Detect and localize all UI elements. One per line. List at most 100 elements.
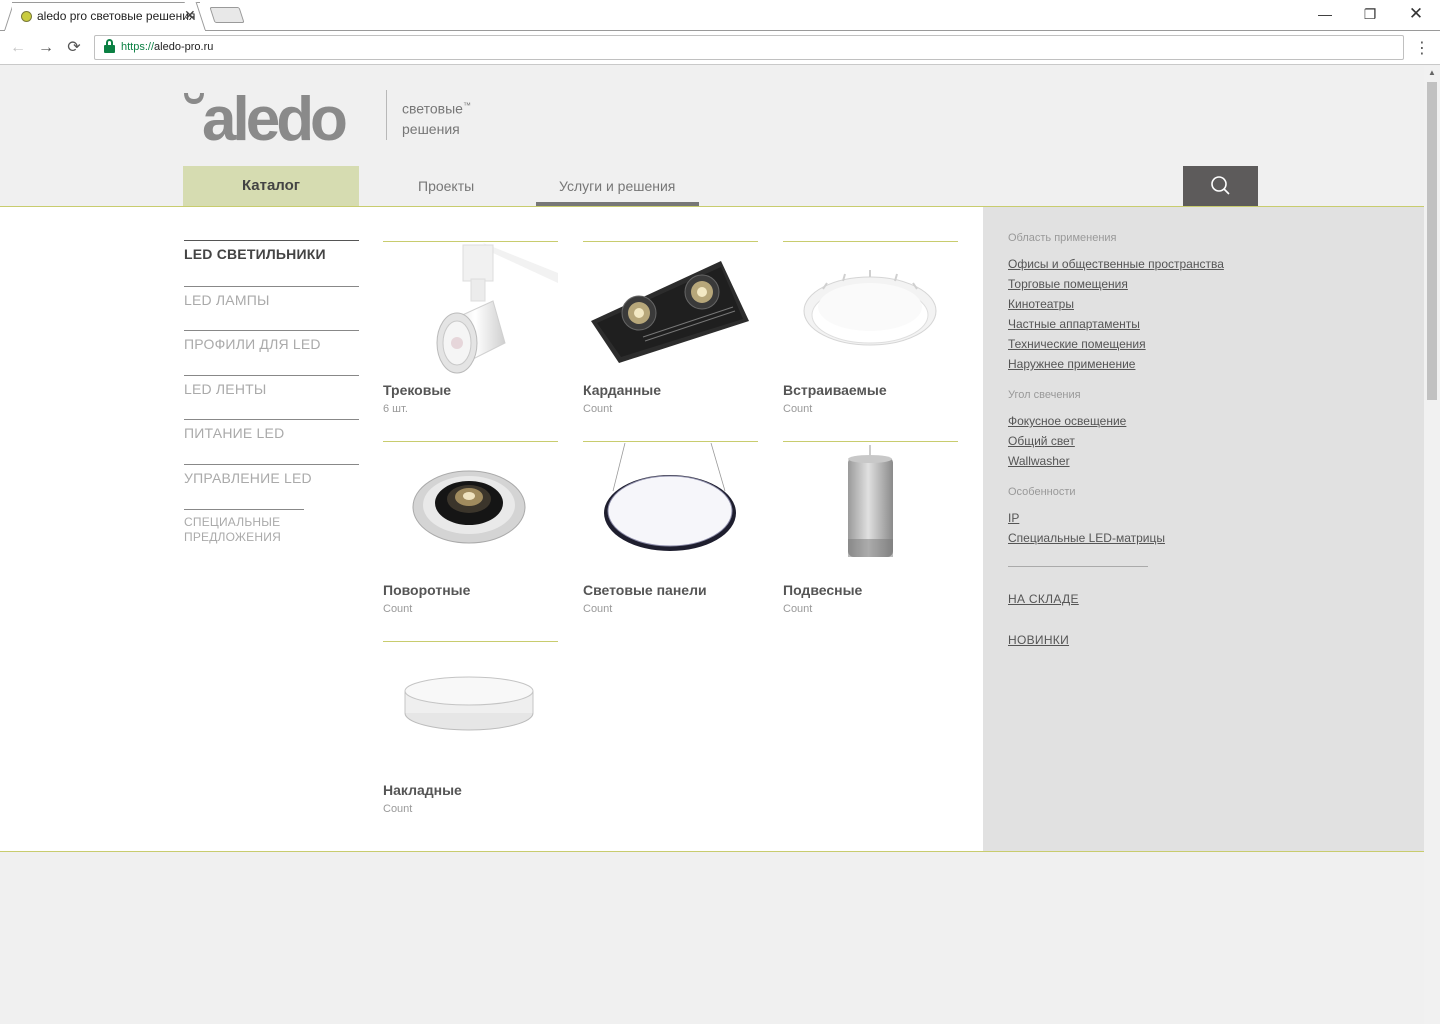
favicon-icon: [21, 11, 32, 22]
light-panel-image: [604, 443, 736, 551]
url-host: aledo-pro.ru: [154, 41, 214, 53]
address-bar[interactable]: https://aledo-pro.ru: [94, 35, 1404, 60]
filter-link[interactable]: Технические помещения: [1008, 334, 1388, 354]
tagline-line1: световые: [402, 100, 463, 117]
category-menu: LED СВЕТИЛЬНИКИ LED ЛАМПЫ ПРОФИЛИ ДЛЯ LE…: [184, 240, 359, 549]
filter-link[interactable]: Офисы и общественные пространства: [1008, 254, 1388, 274]
product-tile-pendant[interactable]: Подвесные Count: [783, 441, 958, 621]
surface-light-image: [404, 676, 534, 731]
menu-item-led-strips[interactable]: LED ЛЕНТЫ: [184, 375, 359, 419]
url-scheme: https://: [121, 41, 155, 53]
product-name: Подвесные: [783, 582, 863, 598]
product-count: Count: [783, 403, 813, 415]
logo-separator: [386, 90, 387, 140]
product-count: Count: [783, 603, 813, 615]
scroll-up-icon[interactable]: ▲: [1428, 68, 1436, 77]
new-items-link[interactable]: НОВИНКИ: [1008, 633, 1388, 647]
rotating-light-image: [412, 470, 526, 544]
product-tile-track[interactable]: Трековые 6 шт.: [383, 241, 558, 421]
product-name: Встраиваемые: [783, 382, 887, 398]
scroll-thumb[interactable]: [1427, 82, 1437, 400]
product-count: Count: [383, 803, 413, 815]
filter-link[interactable]: Общий свет: [1008, 431, 1388, 451]
product-name: Накладные: [383, 782, 462, 798]
menu-item-label: ПРОФИЛИ ДЛЯ LED: [184, 336, 321, 352]
minimize-button[interactable]: —: [1310, 5, 1340, 25]
browser-toolbar: ← → ⟳ https://aledo-pro.ru ⋮: [0, 31, 1440, 65]
page-scrollbar[interactable]: ▲: [1424, 66, 1440, 1024]
trademark: ™: [462, 101, 471, 110]
filter-link[interactable]: Специальные LED-матрицы: [1008, 528, 1388, 548]
filter-link[interactable]: IP: [1008, 508, 1388, 528]
product-count: 6 шт.: [383, 403, 408, 415]
filter-link[interactable]: Фокусное освещение: [1008, 411, 1388, 431]
logo-text: aledo: [202, 90, 346, 144]
product-count: Count: [583, 403, 613, 415]
url-text[interactable]: https://aledo-pro.ru: [121, 41, 213, 53]
tile-divider: [583, 241, 758, 242]
tagline: световые™ решения: [402, 96, 471, 139]
filter-link[interactable]: Wallwasher: [1008, 451, 1388, 471]
aledo-logo-mark: aledo: [184, 85, 350, 154]
menu-item-label: ПИТАНИЕ LED: [184, 425, 285, 441]
filters: Область применения Офисы и общественные …: [1008, 232, 1388, 674]
menu-item-led-control[interactable]: УПРАВЛЕНИЕ LED: [184, 464, 359, 509]
menu-item-led-fixtures[interactable]: LED СВЕТИЛЬНИКИ: [184, 240, 359, 286]
nav-services[interactable]: Услуги и решения: [559, 166, 675, 206]
menu-item-label: LED ЛЕНТЫ: [184, 381, 267, 397]
page-viewport: aledo световые™ решения Каталог Проекты …: [0, 66, 1424, 1024]
track-light-image: [436, 243, 558, 374]
product-name: Трековые: [383, 382, 452, 398]
filter-link[interactable]: Торговые помещения: [1008, 274, 1388, 294]
tile-divider: [783, 441, 958, 442]
new-tab-button[interactable]: [209, 7, 245, 23]
browser-tab-bar: aledo pro световые решения ✕ — ❐ ✕: [0, 0, 1440, 31]
product-name: Световые панели: [583, 582, 707, 598]
in-stock-link[interactable]: НА СКЛАДЕ: [1008, 592, 1388, 606]
product-tile-panels[interactable]: Световые панели Count: [583, 441, 758, 621]
menu-item-label: УПРАВЛЕНИЕ LED: [184, 470, 312, 486]
product-count: Count: [383, 603, 413, 615]
tab-close-icon[interactable]: ✕: [184, 7, 196, 24]
product-tile-rotating[interactable]: Поворотные Count: [383, 441, 558, 621]
tile-divider: [383, 241, 558, 242]
aledo-logo[interactable]: aledo: [182, 85, 364, 154]
nav-catalog[interactable]: Каталог: [183, 166, 359, 206]
restore-button[interactable]: ❐: [1355, 5, 1385, 25]
back-button[interactable]: ←: [8, 38, 28, 58]
product-count: Count: [583, 603, 613, 615]
product-tile-gimbal[interactable]: Карданные Count: [583, 241, 758, 421]
recessed-light-image: [803, 270, 937, 346]
product-tile-recessed[interactable]: Встраиваемые Count: [783, 241, 958, 421]
menu-item-special-offers[interactable]: СПЕЦИАЛЬНЫЕ ПРЕДЛОЖЕНИЯ: [184, 509, 304, 549]
filter-heading: Особенности: [1008, 486, 1076, 498]
product-name: Поворотные: [383, 582, 471, 598]
gimbal-light-image: [591, 261, 749, 363]
lock-icon: [104, 39, 115, 53]
filter-heading: Угол свечения: [1008, 389, 1081, 401]
browser-menu-icon[interactable]: ⋮: [1412, 38, 1432, 58]
menu-item-label: СПЕЦИАЛЬНЫЕ ПРЕДЛОЖЕНИЯ: [184, 515, 281, 544]
tagline-line2: решения: [402, 120, 460, 137]
tile-divider: [383, 641, 558, 642]
nav-projects[interactable]: Проекты: [418, 166, 474, 206]
filter-link[interactable]: Частные аппартаменты: [1008, 314, 1388, 334]
search-button[interactable]: [1183, 166, 1258, 206]
product-tile-surface[interactable]: Накладные Count: [383, 641, 558, 821]
menu-item-label: LED ЛАМПЫ: [184, 292, 270, 308]
menu-item-label: LED СВЕТИЛЬНИКИ: [184, 246, 326, 262]
tile-divider: [783, 241, 958, 242]
menu-item-led-lamps[interactable]: LED ЛАМПЫ: [184, 286, 359, 330]
menu-item-led-profiles[interactable]: ПРОФИЛИ ДЛЯ LED: [184, 330, 359, 375]
filter-group-application: Область применения Офисы и общественные …: [1008, 232, 1388, 374]
search-icon: [1211, 176, 1230, 195]
filter-link[interactable]: Кинотеатры: [1008, 294, 1388, 314]
menu-item-led-power[interactable]: ПИТАНИЕ LED: [184, 419, 359, 464]
filter-heading: Область применения: [1008, 232, 1117, 244]
close-window-button[interactable]: ✕: [1401, 5, 1431, 25]
forward-button[interactable]: →: [36, 38, 56, 58]
filter-link[interactable]: Наружнее применение: [1008, 354, 1388, 374]
tab-title[interactable]: aledo pro световые решения: [37, 9, 195, 23]
content-divider: [0, 851, 1424, 852]
reload-button[interactable]: ⟳: [64, 38, 84, 58]
